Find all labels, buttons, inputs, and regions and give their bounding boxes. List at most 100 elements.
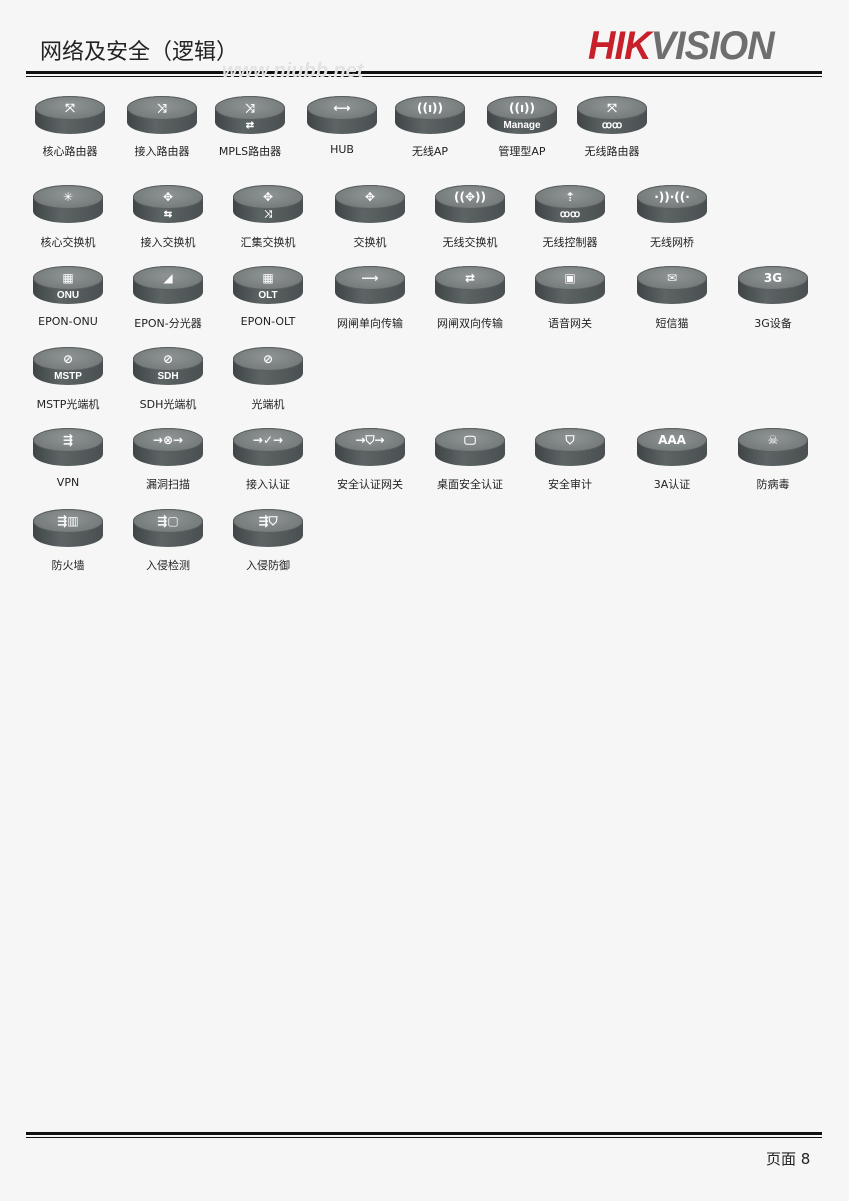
device-label: 入侵防御 [246,559,290,572]
device-icon: ☠ [738,428,808,466]
device-glyph-icon: ⤨ [127,96,197,120]
device-label: 安全审计 [548,478,592,491]
device-label: 汇集交换机 [240,236,296,249]
device-label: 无线控制器 [542,236,598,249]
device-icon: ▣ [535,266,605,304]
device-glyph-icon: ((ı)) [395,96,465,120]
device-glyph-icon: →⛉→ [335,428,405,452]
device-label: 光端机 [251,398,285,411]
device-glyph-icon: ((ı)) [487,96,557,120]
device-glyph-icon: ✥ [133,185,203,209]
device-sublabel: MSTP [54,371,82,382]
device-icon: ⇄ [435,266,505,304]
device-glyph-icon: ⊘ [233,347,303,371]
device-glyph-icon: ▣ [535,266,605,290]
device-glyph-icon: ((✥)) [435,185,505,209]
device-glyph-icon: ⇡ [535,185,605,209]
device-icon: ⇡ ꝏꝏ [535,185,605,223]
device-sublabel: SDH [157,371,179,382]
device-icon: ⊘ [233,347,303,385]
header-divider [26,71,822,74]
device-glyph-icon: AAA [637,428,707,452]
device-glyph-icon: ⊘ [33,347,103,371]
hikvision-logo: HIKVISION [588,24,775,69]
device-label: 防火墙 [51,559,85,572]
device-label: 网闸双向传输 [437,317,503,330]
logo-hik: HIK [588,24,652,68]
device-sublabel: ⇆ [163,209,173,220]
device-label: 3G设备 [754,317,792,330]
device-icon: →⊗→ [133,428,203,466]
device-icon: ⤧ ꝏꝏ [577,96,647,134]
page-number: 页面 8 [766,1150,811,1168]
page-title: 网络及安全（逻辑） [40,40,239,65]
device-glyph-icon: ▦ [33,266,103,290]
device-label: 安全认证网关 [337,478,403,491]
device-label: 漏洞扫描 [146,478,190,491]
device-icon: ✉ [637,266,707,304]
device-glyph-icon: ⇶ [33,428,103,452]
device-glyph-icon: ·))·((· [637,185,707,209]
device-glyph-icon: ⤧ [577,96,647,120]
device-label: 无线网桥 [650,236,694,249]
device-sublabel: Manage [503,120,541,131]
device-label: 桌面安全认证 [437,478,503,491]
device-icon: ◢ [133,266,203,304]
device-label: EPON-ONU [38,315,98,328]
device-icon: →⛉→ [335,428,405,466]
device-label: 核心交换机 [40,236,96,249]
device-glyph-icon: ▦ [233,266,303,290]
watermark: www.niubb.net [222,60,364,82]
device-glyph-icon: 🖵 [435,428,505,452]
device-icon: ⤨ [127,96,197,134]
device-icon: 3G [738,266,808,304]
device-label: 接入交换机 [140,236,196,249]
device-glyph-icon: ✳ [33,185,103,209]
device-icon: ⟶ [335,266,405,304]
device-glyph-icon: ⤨ [215,96,285,120]
device-icon: ⇶ [33,428,103,466]
device-icon: 🖵 [435,428,505,466]
device-icon: ⊘ MSTP [33,347,103,385]
header-divider-thin [26,76,822,77]
device-glyph-icon: ⛉ [535,428,605,452]
device-label: 接入认证 [246,478,290,491]
device-glyph-icon: ⇄ [435,266,505,290]
device-icon: →✓→ [233,428,303,466]
logo-vision: VISION [650,24,775,68]
document-page: 网络及安全（逻辑） HIKVISION www.niubb.net ⤧ 核心路由器… [0,0,849,1201]
device-label: 无线交换机 [442,236,498,249]
device-icon: ⇶▢ [133,509,203,547]
device-icon: ((ı)) [395,96,465,134]
device-sublabel: ⇄ [245,120,255,131]
device-glyph-icon: ☠ [738,428,808,452]
device-glyph-icon: ⤧ [35,96,105,120]
device-sublabel: ONU [56,290,80,301]
device-label: SDH光端机 [139,398,197,411]
device-glyph-icon: 3G [738,266,808,290]
device-label: 短信猫 [655,317,689,330]
device-icon: ⤨ ⇄ [215,96,285,134]
device-icon: ((✥)) [435,185,505,223]
device-icon: ⟷ [307,96,377,134]
device-label: 交换机 [353,236,387,249]
device-label: 入侵检测 [146,559,190,572]
device-icon: ⤧ [35,96,105,134]
device-icon: ✥ ⇆ [133,185,203,223]
device-label: 无线路由器 [584,145,640,158]
device-icon: ✥ ⤨ [233,185,303,223]
device-sublabel: ꝏꝏ [559,209,581,220]
footer-divider-thin [26,1137,822,1138]
device-icon: AAA [637,428,707,466]
device-icon: ⇶▥ [33,509,103,547]
device-icon: ⛉ [535,428,605,466]
device-icon: ✳ [33,185,103,223]
device-icon: ·))·((· [637,185,707,223]
device-glyph-icon: ⇶▥ [33,509,103,533]
device-glyph-icon: →✓→ [233,428,303,452]
device-sublabel: OLT [258,290,278,301]
device-icon: ✥ [335,185,405,223]
device-icon: ▦ ONU [33,266,103,304]
device-label: EPON-分光器 [134,317,202,330]
device-icon: ▦ OLT [233,266,303,304]
